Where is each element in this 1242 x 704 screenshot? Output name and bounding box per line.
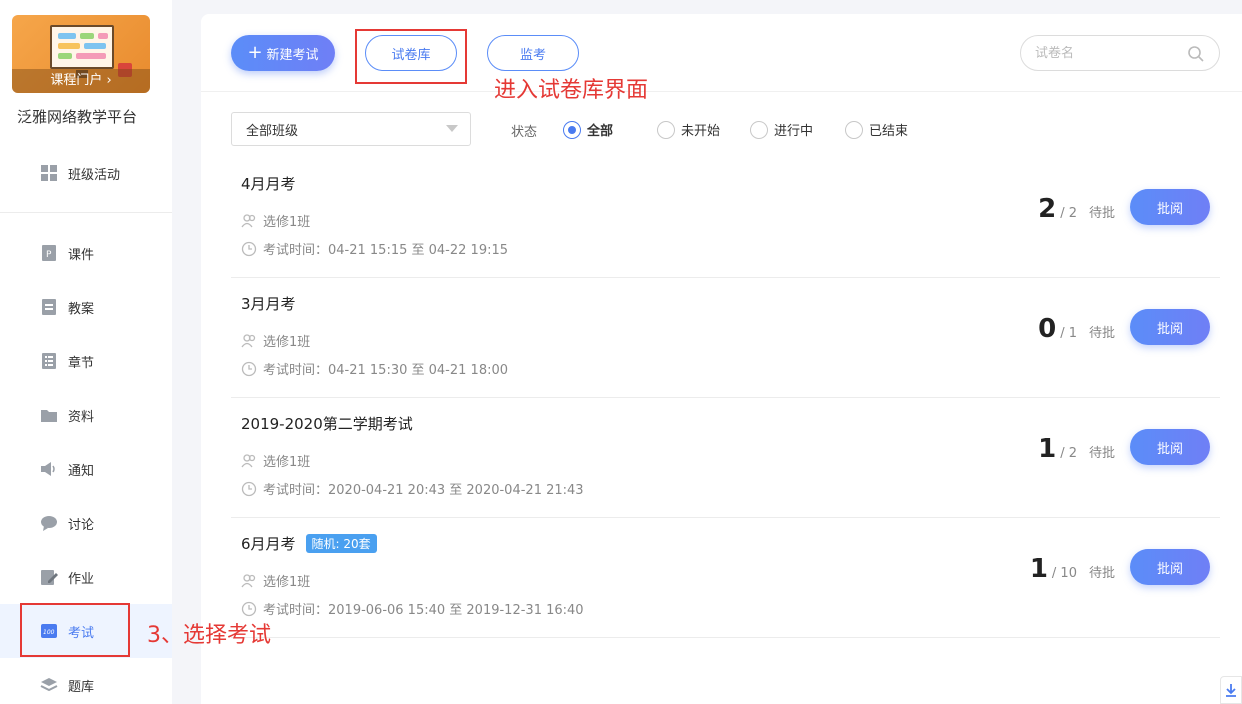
exam-time: 考试时间：04-21 15:15 至 04-22 19:15 — [241, 239, 508, 258]
exam-title: 6月月考 随机: 20套 — [241, 533, 377, 554]
exam-time: 考试时间：04-21 15:30 至 04-21 18:00 — [241, 359, 508, 378]
lesson-plan-icon — [40, 298, 58, 316]
clock-icon — [241, 361, 257, 377]
radio-icon — [845, 120, 863, 139]
course-portal-card[interactable]: 课程门户 › — [12, 15, 150, 93]
exam-time: 考试时间：2020-04-21 20:43 至 2020-04-21 21:43 — [241, 479, 584, 498]
plus-icon: + — [247, 42, 263, 63]
random-badge: 随机: 20套 — [305, 534, 377, 553]
new-exam-button[interactable]: + 新建考试 — [231, 35, 335, 71]
status-radio-all[interactable]: 全部 — [563, 120, 613, 139]
sidebar-divider — [0, 212, 172, 213]
paper-library-annotation: 进入试卷库界面 — [494, 78, 649, 103]
exam-class: 选修1班 — [241, 211, 310, 230]
search-box — [1020, 35, 1220, 71]
radio-icon — [750, 120, 768, 139]
sidebar-item-class-activity[interactable]: 班级活动 — [40, 163, 120, 183]
clock-icon — [241, 241, 257, 257]
clock-icon — [241, 601, 257, 617]
exam-annotation: 3、选择考试 — [147, 623, 271, 648]
chevron-down-icon — [446, 125, 458, 132]
paper-library-highlight-box — [355, 29, 467, 84]
users-icon — [241, 573, 257, 589]
ppt-icon: P — [40, 244, 58, 262]
sidebar-item-label: 班级活动 — [68, 167, 121, 183]
radio-icon — [657, 120, 675, 139]
sidebar-item-chapters[interactable]: 章节 — [40, 351, 94, 371]
status-radio-finished[interactable]: 已结束 — [845, 120, 908, 139]
chat-icon — [40, 514, 58, 532]
sidebar-item-label: 讨论 — [68, 517, 95, 533]
exam-list-item[interactable]: 2019-2020第二学期考试 选修1班 考试时间：2020-04-21 20:… — [231, 398, 1220, 518]
sidebar-item-discussion[interactable]: 讨论 — [40, 513, 94, 533]
sidebar: 课程门户 › 泛雅网络教学平台 班级活动 P 课件 教案 章节 资料 通知 讨论… — [0, 0, 172, 704]
review-count: 1 / 2 待批 — [1038, 434, 1115, 464]
review-button[interactable]: 批阅 — [1130, 549, 1210, 585]
sidebar-item-notice[interactable]: 通知 — [40, 459, 94, 479]
proctor-button[interactable]: 监考 — [487, 35, 579, 71]
download-icon[interactable] — [1220, 676, 1242, 704]
sidebar-item-courseware[interactable]: P 课件 — [40, 243, 94, 263]
edit-icon — [40, 568, 58, 586]
clock-icon — [241, 481, 257, 497]
svg-text:P: P — [46, 250, 52, 260]
course-illustration — [50, 25, 114, 69]
sidebar-item-homework[interactable]: 作业 — [40, 567, 94, 587]
sidebar-item-label: 通知 — [68, 463, 95, 479]
sidebar-item-materials[interactable]: 资料 — [40, 405, 94, 425]
exam-title: 4月月考 — [241, 175, 296, 193]
exam-highlight-box — [20, 603, 130, 657]
layers-icon — [40, 676, 58, 694]
exam-title: 2019-2020第二学期考试 — [241, 415, 413, 433]
sidebar-item-label: 课件 — [68, 247, 95, 263]
users-icon — [241, 453, 257, 469]
list-icon — [40, 352, 58, 370]
status-radio-not-started[interactable]: 未开始 — [657, 120, 720, 139]
exam-list-item[interactable]: 6月月考 随机: 20套 选修1班 考试时间：2019-06-06 15:40 … — [231, 518, 1220, 638]
speaker-icon — [40, 460, 58, 478]
exam-title: 3月月考 — [241, 295, 296, 313]
review-count: 0 / 1 待批 — [1038, 314, 1115, 344]
review-count: 1 / 10 待批 — [1029, 554, 1115, 584]
exam-class: 选修1班 — [241, 331, 310, 350]
search-icon[interactable] — [1187, 45, 1205, 67]
status-label: 状态 — [511, 125, 538, 140]
class-select[interactable]: 全部班级 — [231, 112, 471, 146]
sidebar-item-label: 作业 — [68, 571, 95, 587]
sidebar-item-label: 资料 — [68, 409, 95, 425]
sidebar-item-lesson-plan[interactable]: 教案 — [40, 297, 94, 317]
search-input[interactable] — [1035, 45, 1185, 61]
users-icon — [241, 213, 257, 229]
review-count: 2 / 2 待批 — [1038, 194, 1115, 224]
folder-icon — [40, 406, 58, 424]
platform-name: 泛雅网络教学平台 — [17, 108, 138, 126]
exam-list-item[interactable]: 4月月考 选修1班 考试时间：04-21 15:15 至 04-22 19:15… — [231, 158, 1220, 278]
sidebar-item-label: 章节 — [68, 355, 95, 371]
exam-time: 考试时间：2019-06-06 15:40 至 2019-12-31 16:40 — [241, 599, 584, 618]
review-button[interactable]: 批阅 — [1130, 189, 1210, 225]
exam-class: 选修1班 — [241, 451, 310, 470]
exam-list-item[interactable]: 3月月考 选修1班 考试时间：04-21 15:30 至 04-21 18:00… — [231, 278, 1220, 398]
sidebar-item-label: 教案 — [68, 301, 95, 317]
course-portal-link[interactable]: 课程门户 › — [12, 69, 150, 93]
status-radio-in-progress[interactable]: 进行中 — [750, 120, 813, 139]
sidebar-item-label: 题库 — [68, 679, 95, 695]
main-panel: + 新建考试 试卷库 监考 全部班级 状态 全部 未开始 进行中 已结束 4月月… — [201, 14, 1242, 704]
review-button[interactable]: 批阅 — [1130, 309, 1210, 345]
grid-icon — [40, 164, 58, 182]
review-button[interactable]: 批阅 — [1130, 429, 1210, 465]
users-icon — [241, 333, 257, 349]
sidebar-item-question-bank[interactable]: 题库 — [40, 675, 94, 695]
radio-icon — [563, 120, 581, 139]
exam-class: 选修1班 — [241, 571, 310, 590]
